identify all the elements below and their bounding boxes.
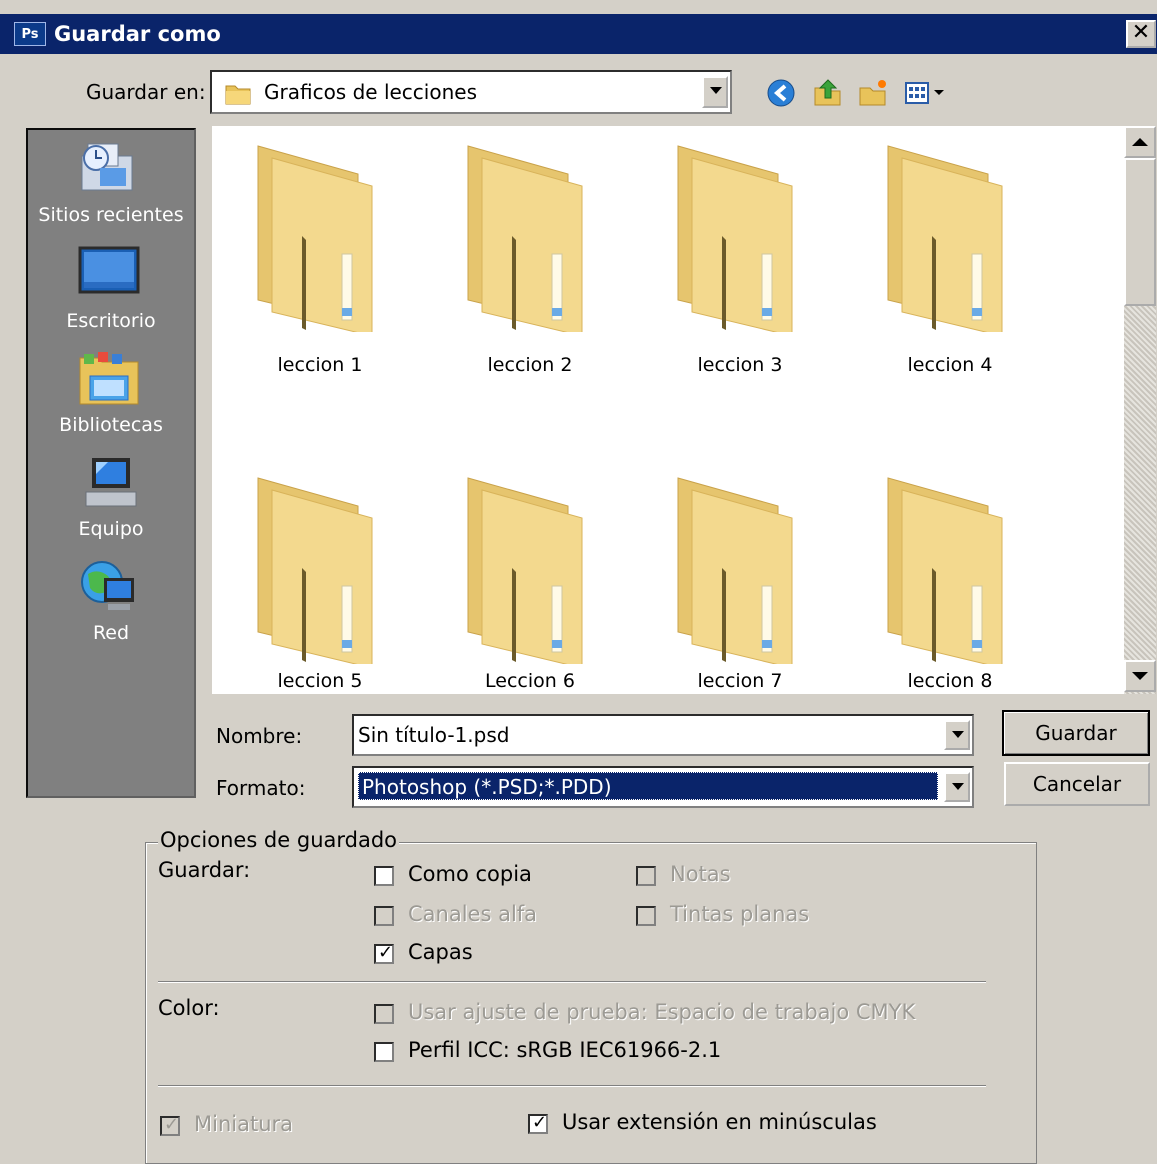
file-list[interactable]: leccion 1 leccion 2 leccion 3 leccion 4 … (212, 126, 1124, 694)
folder-label: leccion 2 (487, 354, 573, 376)
spot-colors-label: Tintas planas (670, 902, 810, 926)
proof-setup-label: Usar ajuste de prueba: Espacio de trabaj… (408, 1000, 916, 1024)
thumbnail-label: Miniatura (194, 1112, 294, 1136)
folder-icon (677, 145, 793, 332)
folder-label: leccion 3 (697, 354, 783, 376)
filename-dropdown-button[interactable] (944, 720, 970, 750)
alpha-channels-label: Canales alfa (408, 902, 538, 926)
arrow-down-icon (1132, 672, 1148, 680)
format-dropdown-button[interactable] (944, 772, 970, 802)
libraries-icon[interactable] (78, 350, 140, 408)
folder-icon (225, 85, 251, 105)
folder-label: leccion 4 (907, 354, 993, 376)
spot-colors-checkbox[interactable] (636, 906, 656, 926)
place-desktop[interactable]: Escritorio (26, 310, 196, 332)
scroll-up-button[interactable] (1124, 126, 1156, 158)
network-icon[interactable] (78, 556, 140, 616)
close-button[interactable]: ✕ (1126, 20, 1156, 48)
view-menu-icon[interactable] (904, 80, 950, 106)
recent-places-icon[interactable] (78, 140, 140, 200)
folder-icon (467, 477, 583, 664)
folder-icon (257, 145, 373, 332)
checkmark-icon: ✓ (378, 942, 394, 963)
list-item[interactable]: leccion 1 (228, 142, 418, 392)
filename-label: Nombre: (216, 724, 303, 748)
cancel-button[interactable]: Cancelar (1004, 762, 1150, 806)
look-in-combo[interactable]: Graficos de lecciones (210, 70, 732, 114)
as-copy-label[interactable]: Como copia (408, 862, 532, 886)
as-copy-checkbox[interactable] (374, 866, 394, 886)
look-in-value: Graficos de lecciones (264, 80, 477, 104)
list-item[interactable]: leccion 3 (648, 142, 838, 392)
notes-label: Notas (670, 862, 731, 886)
checkmark-icon: ✓ (532, 1112, 548, 1133)
list-item[interactable]: leccion 4 (858, 142, 1048, 392)
save-section-label: Guardar: (158, 858, 251, 882)
window-title: Guardar como (54, 22, 221, 46)
folder-icon (887, 145, 1003, 332)
desktop-icon[interactable] (78, 246, 140, 298)
format-label: Formato: (216, 776, 306, 800)
photoshop-app-icon: Ps (14, 22, 46, 46)
icc-profile-checkbox[interactable] (374, 1042, 394, 1062)
folder-label: leccion 8 (907, 670, 993, 692)
place-libraries[interactable]: Bibliotecas (26, 414, 196, 436)
folder-icon (467, 145, 583, 332)
notes-checkbox[interactable] (636, 866, 656, 886)
format-combo[interactable]: Photoshop (*.PSD;*.PDD) (352, 766, 974, 808)
scroll-down-button[interactable] (1124, 660, 1156, 692)
list-item[interactable]: leccion 7 (648, 474, 838, 694)
back-icon[interactable] (766, 78, 796, 108)
place-recent-sites[interactable]: Sitios recientes (26, 204, 196, 226)
up-folder-icon[interactable] (812, 76, 844, 108)
new-folder-icon[interactable] (858, 78, 890, 108)
color-section-label: Color: (158, 996, 220, 1020)
divider (158, 1085, 986, 1087)
thumbnail-checkbox[interactable]: ✓ (160, 1114, 180, 1136)
folder-icon (257, 477, 373, 664)
layers-label[interactable]: Capas (408, 940, 473, 964)
list-item[interactable]: leccion 2 (438, 142, 628, 392)
checkmark-icon: ✓ (164, 1114, 180, 1135)
folder-label: Leccion 6 (485, 670, 575, 692)
lowercase-extension-label[interactable]: Usar extensión en minúsculas (562, 1110, 877, 1134)
computer-icon[interactable] (82, 454, 140, 512)
folder-label: leccion 7 (697, 670, 783, 692)
folder-icon (887, 477, 1003, 664)
save-options-legend: Opciones de guardado (158, 828, 400, 852)
alpha-channels-checkbox[interactable] (374, 906, 394, 926)
scroll-thumb[interactable] (1124, 158, 1156, 306)
icc-profile-label[interactable]: Perfil ICC: sRGB IEC61966-2.1 (408, 1038, 721, 1062)
folder-icon (677, 477, 793, 664)
format-value: Photoshop (*.PSD;*.PDD) (362, 775, 612, 799)
folder-label: leccion 5 (277, 670, 363, 692)
place-computer[interactable]: Equipo (26, 518, 196, 540)
list-item[interactable]: Leccion 6 (438, 474, 628, 694)
list-item[interactable]: leccion 5 (228, 474, 418, 694)
folder-label: leccion 1 (277, 354, 363, 376)
look-in-dropdown-button[interactable] (702, 76, 728, 108)
list-item[interactable]: leccion 8 (858, 474, 1048, 694)
arrow-up-icon (1132, 138, 1148, 146)
filename-combo[interactable]: Sin título-1.psd (352, 714, 974, 756)
look-in-label: Guardar en: (86, 80, 206, 104)
lowercase-extension-checkbox[interactable]: ✓ (528, 1112, 548, 1134)
proof-setup-checkbox[interactable] (374, 1004, 394, 1024)
save-button[interactable]: Guardar (1002, 710, 1150, 756)
filename-value: Sin título-1.psd (358, 723, 510, 747)
layers-checkbox[interactable]: ✓ (374, 942, 394, 964)
place-network[interactable]: Red (26, 622, 196, 644)
divider (158, 981, 986, 983)
